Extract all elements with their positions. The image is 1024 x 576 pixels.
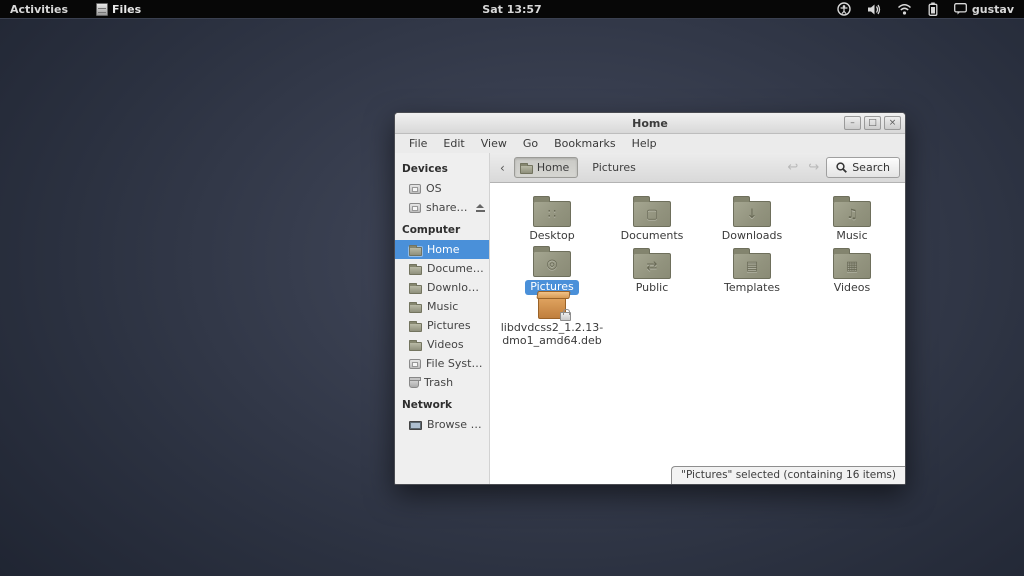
status-bar: "Pictures" selected (containing 16 items… (671, 466, 905, 484)
app-menu-button[interactable]: Files (96, 3, 141, 16)
file-documents[interactable]: ▢ Documents (602, 191, 702, 243)
lock-emblem-icon (560, 312, 571, 321)
disk-icon (409, 184, 421, 194)
menu-edit[interactable]: Edit (435, 135, 472, 152)
disk-icon (409, 203, 421, 213)
file-libdvdcss-deb[interactable]: libdvdcss2_1.2.13-dmo1_amd64.deb (502, 295, 602, 347)
camera-emblem-icon: ◎ (534, 252, 570, 276)
sidebar-item-home[interactable]: Home (395, 240, 489, 259)
folder-icon (409, 323, 422, 332)
sidebar-item-downloads[interactable]: Downloads (395, 278, 489, 297)
menu-bar: File Edit View Go Bookmarks Help (395, 134, 905, 153)
home-folder-icon (520, 165, 533, 174)
sidebar-section-devices: Devices (395, 156, 489, 179)
sidebar-item-trash[interactable]: Trash (395, 373, 489, 392)
files-window: Home – □ × File Edit View Go Bookmarks H… (394, 112, 906, 485)
network-icon (409, 421, 422, 430)
maximize-button[interactable]: □ (864, 116, 881, 130)
places-sidebar: Devices OS shared_... Computer Home Docu… (395, 153, 490, 484)
desktop-emblem-icon: ∷ (534, 202, 570, 226)
folder-icon: ♫ (833, 201, 871, 227)
folder-icon: ▤ (733, 253, 771, 279)
package-icon (538, 295, 566, 319)
folder-icon (409, 304, 422, 313)
folder-icon (409, 247, 422, 256)
menu-view[interactable]: View (473, 135, 515, 152)
chat-bubble-icon (954, 3, 967, 15)
file-music[interactable]: ♫ Music (802, 191, 902, 243)
folder-icon: ▢ (633, 201, 671, 227)
file-pictures-selected[interactable]: ◎ Pictures (502, 243, 602, 295)
username-label: gustav (972, 3, 1014, 16)
wifi-icon[interactable] (897, 3, 912, 15)
activities-button[interactable]: Activities (10, 3, 68, 16)
film-emblem-icon: ▦ (834, 254, 870, 278)
history-back-icon[interactable]: ↩ (784, 160, 801, 175)
eject-icon[interactable] (476, 204, 485, 212)
accessibility-icon[interactable] (837, 2, 851, 16)
app-menu-label: Files (112, 3, 141, 16)
folder-icon: ∷ (533, 201, 571, 227)
folder-icon (409, 285, 422, 294)
top-bar: Activities Files Sat 13:57 gustav (0, 0, 1024, 19)
trash-icon (409, 378, 419, 388)
sidebar-item-browse-network[interactable]: Browse Net... (395, 415, 489, 434)
history-forward-icon[interactable]: ↪ (805, 160, 822, 175)
breadcrumb-home-button[interactable]: Home (514, 157, 578, 178)
template-emblem-icon: ▤ (734, 254, 770, 278)
folder-icon (409, 266, 422, 275)
folder-icon: ◎ (533, 251, 571, 277)
sidebar-item-documents[interactable]: Documents (395, 259, 489, 278)
volume-icon[interactable] (867, 3, 881, 16)
menu-file[interactable]: File (401, 135, 435, 152)
sidebar-item-pictures[interactable]: Pictures (395, 316, 489, 335)
sidebar-item-music[interactable]: Music (395, 297, 489, 316)
sidebar-item-file-system[interactable]: File System (395, 354, 489, 373)
breadcrumb-pictures-button[interactable]: Pictures (582, 158, 646, 177)
downloads-emblem-icon: ↓ (734, 202, 770, 226)
path-toolbar: ‹ Home Pictures ↩ ↪ Search (490, 153, 905, 183)
user-menu-button[interactable]: gustav (954, 3, 1014, 16)
folder-icon: ↓ (733, 201, 771, 227)
pathbar-scroll-left-button[interactable]: ‹ (495, 161, 510, 175)
folder-icon: ▦ (833, 253, 871, 279)
status-text: "Pictures" selected (containing 16 items… (681, 469, 896, 481)
sidebar-section-computer: Computer (395, 217, 489, 240)
battery-icon[interactable] (928, 2, 938, 16)
menu-bookmarks[interactable]: Bookmarks (546, 135, 623, 152)
sidebar-section-network: Network (395, 392, 489, 415)
minimize-button[interactable]: – (844, 116, 861, 130)
share-emblem-icon: ⇄ (634, 254, 670, 278)
search-button[interactable]: Search (826, 157, 900, 178)
documents-emblem-icon: ▢ (634, 202, 670, 226)
sidebar-item-videos[interactable]: Videos (395, 335, 489, 354)
search-icon (836, 162, 847, 173)
window-title: Home (632, 117, 668, 130)
folder-icon: ⇄ (633, 253, 671, 279)
window-titlebar[interactable]: Home – □ × (395, 113, 905, 134)
menu-go[interactable]: Go (515, 135, 546, 152)
disk-icon (409, 359, 421, 369)
sidebar-item-os[interactable]: OS (395, 179, 489, 198)
menu-help[interactable]: Help (624, 135, 665, 152)
file-view[interactable]: ∷ Desktop ▢ Documents ↓ Downloads ♫ Musi… (490, 183, 905, 484)
close-button[interactable]: × (884, 116, 901, 130)
files-app-icon (96, 3, 108, 16)
file-desktop[interactable]: ∷ Desktop (502, 191, 602, 243)
sidebar-item-shared[interactable]: shared_... (395, 198, 489, 217)
file-templates[interactable]: ▤ Templates (702, 243, 802, 295)
music-emblem-icon: ♫ (834, 202, 870, 226)
folder-icon (409, 342, 422, 351)
file-videos[interactable]: ▦ Videos (802, 243, 902, 295)
file-downloads[interactable]: ↓ Downloads (702, 191, 802, 243)
file-public[interactable]: ⇄ Public (602, 243, 702, 295)
